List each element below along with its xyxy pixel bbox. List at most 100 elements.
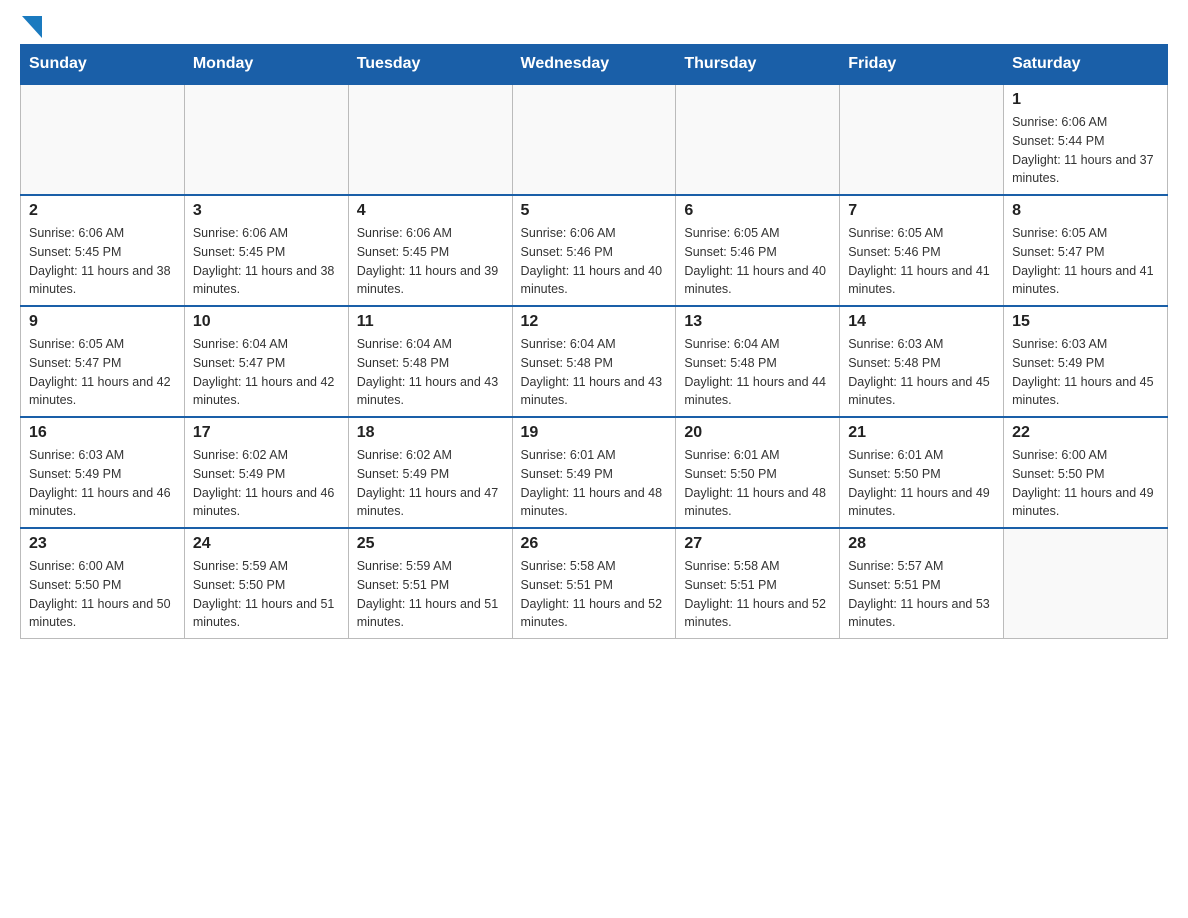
day-number: 15 <box>1012 313 1159 331</box>
day-number: 7 <box>848 202 995 220</box>
day-number: 8 <box>1012 202 1159 220</box>
calendar-table: SundayMondayTuesdayWednesdayThursdayFrid… <box>20 44 1168 639</box>
calendar-cell: 13 Sunrise: 6:04 AMSunset: 5:48 PMDayligh… <box>676 306 840 417</box>
calendar-cell: 25 Sunrise: 5:59 AMSunset: 5:51 PMDayligh… <box>348 528 512 639</box>
day-number: 5 <box>521 202 668 220</box>
day-number: 18 <box>357 424 504 442</box>
day-number: 2 <box>29 202 176 220</box>
calendar-week-row: 9 Sunrise: 6:05 AMSunset: 5:47 PMDaylight… <box>21 306 1168 417</box>
calendar-cell: 16 Sunrise: 6:03 AMSunset: 5:49 PMDayligh… <box>21 417 185 528</box>
day-number: 16 <box>29 424 176 442</box>
calendar-cell <box>184 84 348 195</box>
calendar-cell: 7 Sunrise: 6:05 AMSunset: 5:46 PMDaylight… <box>840 195 1004 306</box>
day-info: Sunrise: 6:01 AMSunset: 5:50 PMDaylight:… <box>684 446 831 521</box>
day-number: 14 <box>848 313 995 331</box>
calendar-cell <box>1004 528 1168 639</box>
day-info: Sunrise: 6:04 AMSunset: 5:48 PMDaylight:… <box>684 335 831 410</box>
day-info: Sunrise: 6:04 AMSunset: 5:47 PMDaylight:… <box>193 335 340 410</box>
day-info: Sunrise: 6:04 AMSunset: 5:48 PMDaylight:… <box>521 335 668 410</box>
day-info: Sunrise: 6:05 AMSunset: 5:47 PMDaylight:… <box>29 335 176 410</box>
day-info: Sunrise: 6:00 AMSunset: 5:50 PMDaylight:… <box>1012 446 1159 521</box>
day-number: 6 <box>684 202 831 220</box>
day-info: Sunrise: 5:58 AMSunset: 5:51 PMDaylight:… <box>684 557 831 632</box>
day-number: 28 <box>848 535 995 553</box>
calendar-week-row: 2 Sunrise: 6:06 AMSunset: 5:45 PMDaylight… <box>21 195 1168 306</box>
day-info: Sunrise: 6:02 AMSunset: 5:49 PMDaylight:… <box>193 446 340 521</box>
calendar-cell: 12 Sunrise: 6:04 AMSunset: 5:48 PMDayligh… <box>512 306 676 417</box>
day-number: 11 <box>357 313 504 331</box>
weekday-header-wednesday: Wednesday <box>512 45 676 85</box>
calendar-cell <box>348 84 512 195</box>
calendar-cell: 11 Sunrise: 6:04 AMSunset: 5:48 PMDayligh… <box>348 306 512 417</box>
page-header <box>20 20 1168 34</box>
day-number: 3 <box>193 202 340 220</box>
calendar-cell: 18 Sunrise: 6:02 AMSunset: 5:49 PMDayligh… <box>348 417 512 528</box>
calendar-cell: 8 Sunrise: 6:05 AMSunset: 5:47 PMDaylight… <box>1004 195 1168 306</box>
day-number: 20 <box>684 424 831 442</box>
day-number: 9 <box>29 313 176 331</box>
calendar-cell: 23 Sunrise: 6:00 AMSunset: 5:50 PMDayligh… <box>21 528 185 639</box>
day-info: Sunrise: 6:00 AMSunset: 5:50 PMDaylight:… <box>29 557 176 632</box>
day-info: Sunrise: 6:04 AMSunset: 5:48 PMDaylight:… <box>357 335 504 410</box>
calendar-cell <box>21 84 185 195</box>
calendar-week-row: 16 Sunrise: 6:03 AMSunset: 5:49 PMDayligh… <box>21 417 1168 528</box>
day-number: 1 <box>1012 91 1159 109</box>
logo-arrow-icon <box>22 16 42 38</box>
calendar-cell: 24 Sunrise: 5:59 AMSunset: 5:50 PMDayligh… <box>184 528 348 639</box>
calendar-cell: 5 Sunrise: 6:06 AMSunset: 5:46 PMDaylight… <box>512 195 676 306</box>
day-info: Sunrise: 6:03 AMSunset: 5:49 PMDaylight:… <box>29 446 176 521</box>
day-info: Sunrise: 6:06 AMSunset: 5:45 PMDaylight:… <box>357 224 504 299</box>
calendar-cell: 17 Sunrise: 6:02 AMSunset: 5:49 PMDayligh… <box>184 417 348 528</box>
weekday-header-sunday: Sunday <box>21 45 185 85</box>
day-info: Sunrise: 6:06 AMSunset: 5:45 PMDaylight:… <box>193 224 340 299</box>
weekday-header-friday: Friday <box>840 45 1004 85</box>
day-info: Sunrise: 5:58 AMSunset: 5:51 PMDaylight:… <box>521 557 668 632</box>
weekday-header-thursday: Thursday <box>676 45 840 85</box>
logo <box>20 20 42 34</box>
day-info: Sunrise: 6:03 AMSunset: 5:49 PMDaylight:… <box>1012 335 1159 410</box>
calendar-cell: 28 Sunrise: 5:57 AMSunset: 5:51 PMDayligh… <box>840 528 1004 639</box>
day-number: 25 <box>357 535 504 553</box>
day-number: 22 <box>1012 424 1159 442</box>
day-number: 13 <box>684 313 831 331</box>
day-info: Sunrise: 6:01 AMSunset: 5:50 PMDaylight:… <box>848 446 995 521</box>
day-number: 17 <box>193 424 340 442</box>
calendar-cell: 1 Sunrise: 6:06 AMSunset: 5:44 PMDaylight… <box>1004 84 1168 195</box>
calendar-cell: 2 Sunrise: 6:06 AMSunset: 5:45 PMDaylight… <box>21 195 185 306</box>
day-number: 19 <box>521 424 668 442</box>
calendar-cell: 22 Sunrise: 6:00 AMSunset: 5:50 PMDayligh… <box>1004 417 1168 528</box>
day-info: Sunrise: 6:05 AMSunset: 5:47 PMDaylight:… <box>1012 224 1159 299</box>
day-info: Sunrise: 6:06 AMSunset: 5:46 PMDaylight:… <box>521 224 668 299</box>
calendar-cell: 19Sunrise: 6:01 AMSunset: 5:49 PMDayligh… <box>512 417 676 528</box>
day-info: Sunrise: 6:02 AMSunset: 5:49 PMDaylight:… <box>357 446 504 521</box>
day-number: 21 <box>848 424 995 442</box>
day-number: 12 <box>521 313 668 331</box>
calendar-cell: 20 Sunrise: 6:01 AMSunset: 5:50 PMDayligh… <box>676 417 840 528</box>
calendar-week-row: 23 Sunrise: 6:00 AMSunset: 5:50 PMDayligh… <box>21 528 1168 639</box>
calendar-cell: 14 Sunrise: 6:03 AMSunset: 5:48 PMDayligh… <box>840 306 1004 417</box>
weekday-header-saturday: Saturday <box>1004 45 1168 85</box>
calendar-cell: 26Sunrise: 5:58 AMSunset: 5:51 PMDayligh… <box>512 528 676 639</box>
calendar-cell: 10 Sunrise: 6:04 AMSunset: 5:47 PMDayligh… <box>184 306 348 417</box>
day-number: 4 <box>357 202 504 220</box>
calendar-cell: 6Sunrise: 6:05 AMSunset: 5:46 PMDaylight… <box>676 195 840 306</box>
day-info: Sunrise: 6:06 AMSunset: 5:44 PMDaylight:… <box>1012 113 1159 188</box>
day-number: 23 <box>29 535 176 553</box>
calendar-cell <box>512 84 676 195</box>
day-info: Sunrise: 5:59 AMSunset: 5:50 PMDaylight:… <box>193 557 340 632</box>
day-info: Sunrise: 6:05 AMSunset: 5:46 PMDaylight:… <box>848 224 995 299</box>
day-info: Sunrise: 6:06 AMSunset: 5:45 PMDaylight:… <box>29 224 176 299</box>
day-info: Sunrise: 6:03 AMSunset: 5:48 PMDaylight:… <box>848 335 995 410</box>
day-number: 24 <box>193 535 340 553</box>
calendar-week-row: 1 Sunrise: 6:06 AMSunset: 5:44 PMDaylight… <box>21 84 1168 195</box>
day-info: Sunrise: 5:57 AMSunset: 5:51 PMDaylight:… <box>848 557 995 632</box>
calendar-cell: 3 Sunrise: 6:06 AMSunset: 5:45 PMDaylight… <box>184 195 348 306</box>
calendar-cell: 27 Sunrise: 5:58 AMSunset: 5:51 PMDayligh… <box>676 528 840 639</box>
day-number: 27 <box>684 535 831 553</box>
day-info: Sunrise: 5:59 AMSunset: 5:51 PMDaylight:… <box>357 557 504 632</box>
calendar-cell <box>840 84 1004 195</box>
calendar-cell: 21 Sunrise: 6:01 AMSunset: 5:50 PMDayligh… <box>840 417 1004 528</box>
calendar-cell <box>676 84 840 195</box>
calendar-cell: 15 Sunrise: 6:03 AMSunset: 5:49 PMDayligh… <box>1004 306 1168 417</box>
day-number: 10 <box>193 313 340 331</box>
